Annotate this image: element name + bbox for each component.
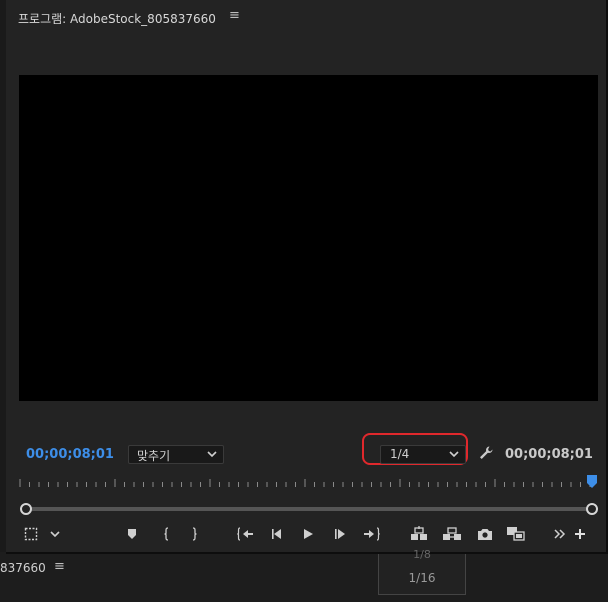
playback-resolution-value: 1/4 bbox=[390, 447, 410, 461]
lower-panel-title[interactable]: 837660 bbox=[0, 561, 46, 575]
playback-resolution-select[interactable]: 1/4 bbox=[380, 445, 466, 464]
panel-menu-icon[interactable]: ≡ bbox=[229, 8, 240, 23]
wrench-icon[interactable] bbox=[478, 445, 494, 461]
scroll-handle-right[interactable] bbox=[586, 503, 598, 515]
mark-out-icon bbox=[192, 527, 197, 541]
more-controls-button[interactable] bbox=[549, 524, 571, 544]
zoom-level-value: 맞추기 bbox=[137, 449, 171, 463]
current-timecode[interactable]: 00;00;08;01 bbox=[26, 447, 114, 462]
scroll-handle-left[interactable] bbox=[20, 503, 32, 515]
time-ruler[interactable] bbox=[19, 478, 591, 488]
comparison-view-icon bbox=[507, 527, 525, 541]
step-back-icon bbox=[272, 529, 281, 539]
resolution-popup: 1/8 1/16 bbox=[378, 548, 466, 595]
go-to-in-icon bbox=[237, 527, 253, 541]
lower-panel-menu-icon[interactable]: ≡ bbox=[54, 559, 65, 574]
camera-icon bbox=[478, 529, 492, 540]
mark-out-button[interactable] bbox=[184, 524, 206, 544]
play-button[interactable] bbox=[297, 524, 319, 544]
duration-timecode: 00;00;08;01 bbox=[505, 447, 593, 462]
chevron-down-icon bbox=[449, 451, 459, 458]
lift-icon bbox=[411, 526, 427, 540]
safe-margins-icon bbox=[24, 527, 38, 541]
button-editor-button[interactable] bbox=[569, 524, 591, 544]
settings-dropdown-button[interactable] bbox=[44, 524, 66, 544]
zoom-level-select[interactable]: 맞추기 bbox=[128, 445, 224, 464]
lower-panel bbox=[0, 554, 608, 602]
popup-option[interactable]: 1/16 bbox=[379, 571, 465, 585]
chevron-down-icon bbox=[50, 531, 60, 538]
step-forward-button[interactable] bbox=[329, 524, 351, 544]
more-icon bbox=[554, 529, 566, 539]
safe-margins-button[interactable] bbox=[20, 524, 42, 544]
chevron-down-icon bbox=[207, 451, 217, 458]
panel-title[interactable]: 프로그램: AdobeStock_805837660 bbox=[18, 10, 216, 27]
lift-button[interactable] bbox=[408, 524, 430, 544]
add-marker-button[interactable] bbox=[121, 524, 143, 544]
export-frame-button[interactable] bbox=[474, 524, 496, 544]
play-icon bbox=[304, 529, 313, 539]
playhead[interactable] bbox=[587, 475, 597, 488]
step-back-button[interactable] bbox=[266, 524, 288, 544]
go-to-out-icon bbox=[364, 527, 380, 541]
extract-icon bbox=[443, 527, 461, 540]
extract-button[interactable] bbox=[441, 524, 463, 544]
go-to-in-button[interactable] bbox=[234, 524, 256, 544]
go-to-out-button[interactable] bbox=[361, 524, 383, 544]
mark-in-button[interactable] bbox=[155, 524, 177, 544]
step-forward-icon bbox=[335, 529, 345, 539]
video-preview bbox=[19, 75, 598, 401]
marker-icon bbox=[128, 529, 136, 539]
comparison-view-button[interactable] bbox=[505, 524, 527, 544]
popup-option-prev[interactable]: 1/8 bbox=[379, 548, 465, 561]
mark-in-icon bbox=[164, 527, 169, 541]
zoom-scroll-track[interactable] bbox=[25, 507, 593, 511]
add-button-icon bbox=[575, 529, 585, 539]
